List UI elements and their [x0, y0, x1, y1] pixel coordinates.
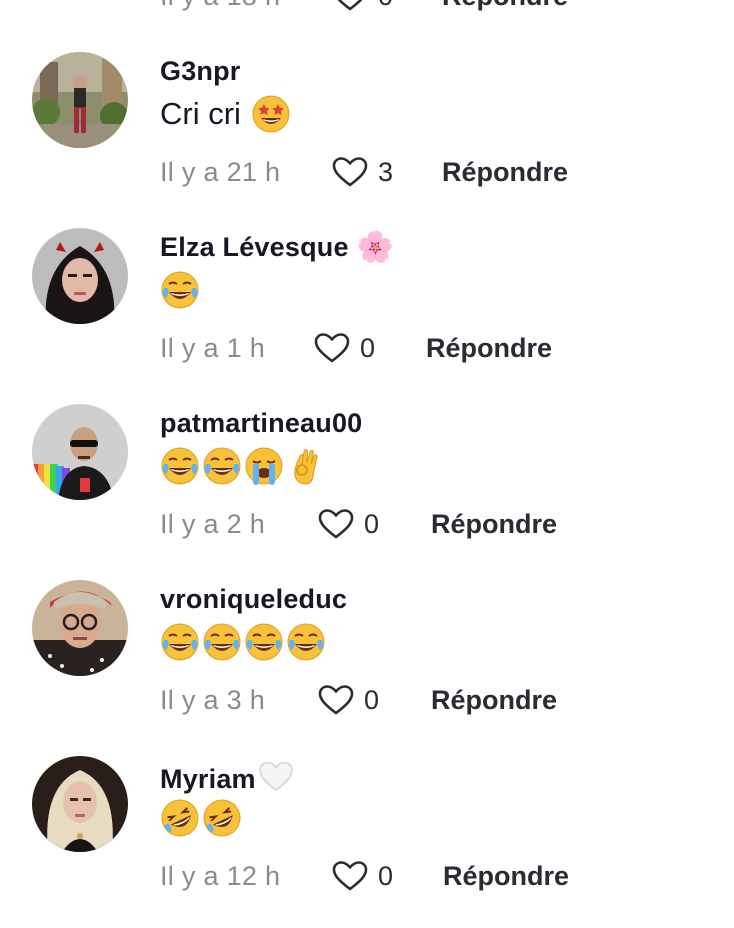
heart-icon	[332, 157, 368, 187]
heart-icon	[318, 509, 354, 539]
comment-text	[160, 444, 328, 488]
comments-screen: Il y a 18 h 0 Répondre	[0, 0, 734, 928]
comment-time: Il y a 1 h	[160, 332, 266, 363]
joy-emoji-icon	[202, 446, 242, 486]
avatar[interactable]	[32, 580, 128, 676]
reply-button[interactable]: Répondre	[431, 509, 557, 540]
comment-item: G3npr Cri cri Il y a 21 h 3 Répondre	[0, 52, 734, 228]
comment-time: Il y a 21 h	[160, 156, 281, 187]
comment-username[interactable]: patmartineau00	[160, 408, 362, 439]
comment-username[interactable]: G3npr	[160, 56, 241, 87]
emoji-row	[160, 446, 328, 486]
like-count: 0	[378, 0, 393, 12]
like-count: 0	[360, 332, 376, 363]
like-button[interactable]: 3	[332, 156, 442, 188]
comment-meta: Il y a 3 h 0 Répondre	[160, 682, 557, 718]
comment-item: vroniqueleduc Il y a 3 h 0 Répondre	[0, 580, 734, 756]
comment-username[interactable]: vroniqueleduc	[160, 584, 347, 615]
comment-meta: Il y a 21 h 3 Répondre	[160, 154, 568, 190]
like-count: 0	[364, 508, 380, 539]
like-button[interactable]: 0	[332, 0, 442, 12]
heart-icon	[337, 0, 363, 11]
comment-text	[160, 796, 244, 840]
username-text: patmartineau00	[160, 408, 363, 438]
reply-button[interactable]: Répondre	[443, 861, 569, 892]
emoji-row	[160, 270, 202, 310]
ok-hand-emoji-icon	[286, 446, 326, 486]
comment-time: Il y a 12 h	[160, 860, 281, 891]
username-text: G3npr	[160, 56, 241, 86]
reply-button[interactable]: Répondre	[442, 157, 568, 188]
comment-text: Cri cri	[160, 92, 293, 136]
comment-time: Il y a 2 h	[160, 508, 266, 539]
like-button[interactable]: 0	[314, 332, 426, 364]
username-text: Elza Lévesque	[160, 232, 349, 262]
like-count: 3	[378, 156, 394, 187]
comment-text	[160, 268, 202, 312]
avatar[interactable]	[32, 756, 128, 852]
emoji-row	[160, 798, 244, 838]
comment-text	[160, 620, 328, 664]
rofl-emoji-icon	[160, 798, 200, 838]
comment-meta: Il y a 1 h 0 Répondre	[160, 330, 552, 366]
comment-item: patmartineau00 Il y a 2 h 0 Répondre	[0, 404, 734, 580]
white-heart-icon	[258, 760, 294, 798]
rofl-emoji-icon	[202, 798, 242, 838]
avatar[interactable]	[32, 228, 128, 324]
avatar[interactable]	[32, 404, 128, 500]
comment-meta: Il y a 12 h 0 Répondre	[160, 858, 569, 894]
like-button[interactable]: 0	[318, 684, 431, 716]
reply-button[interactable]: Répondre	[431, 685, 557, 716]
comment-item: Elza Lévesque 🌸 Il y a 1 h 0 Répondre	[0, 228, 734, 404]
emoji-row	[160, 622, 328, 662]
username-text: vroniqueleduc	[160, 584, 348, 614]
comment-time: Il y a 3 h	[160, 684, 266, 715]
heart-icon	[314, 333, 350, 363]
joy-emoji-icon	[286, 622, 326, 662]
comment-meta: Il y a 2 h 0 Répondre	[160, 506, 557, 542]
like-button[interactable]: 0	[318, 508, 431, 540]
username-text: Myriam	[160, 763, 256, 794]
joy-emoji-icon	[202, 622, 242, 662]
like-button[interactable]: 0	[332, 860, 443, 892]
flower-emoji-icon: 🌸	[356, 229, 395, 265]
heart-icon	[318, 685, 354, 715]
sob-emoji-icon	[244, 446, 284, 486]
comment-item: Myriam Il y a 12 h 0 Répondre	[0, 756, 734, 928]
joy-emoji-icon	[160, 446, 200, 486]
joy-emoji-icon	[244, 622, 284, 662]
comment-username[interactable]: Elza Lévesque 🌸	[160, 232, 394, 263]
heart-icon	[332, 861, 368, 891]
comment-username[interactable]: Myriam	[160, 760, 294, 798]
reply-button[interactable]: Répondre	[442, 0, 568, 12]
star-struck-emoji-icon	[251, 94, 291, 134]
comment-time: Il y a 18 h	[160, 0, 332, 12]
emoji-row	[251, 94, 293, 134]
comment-words: Cri cri	[160, 96, 241, 131]
like-count: 0	[378, 860, 394, 891]
like-count: 0	[364, 684, 380, 715]
reply-button[interactable]: Répondre	[426, 333, 552, 364]
joy-emoji-icon	[160, 270, 200, 310]
previous-comment-meta: Il y a 18 h 0 Répondre	[160, 0, 568, 14]
joy-emoji-icon	[160, 622, 200, 662]
avatar[interactable]	[32, 52, 128, 148]
